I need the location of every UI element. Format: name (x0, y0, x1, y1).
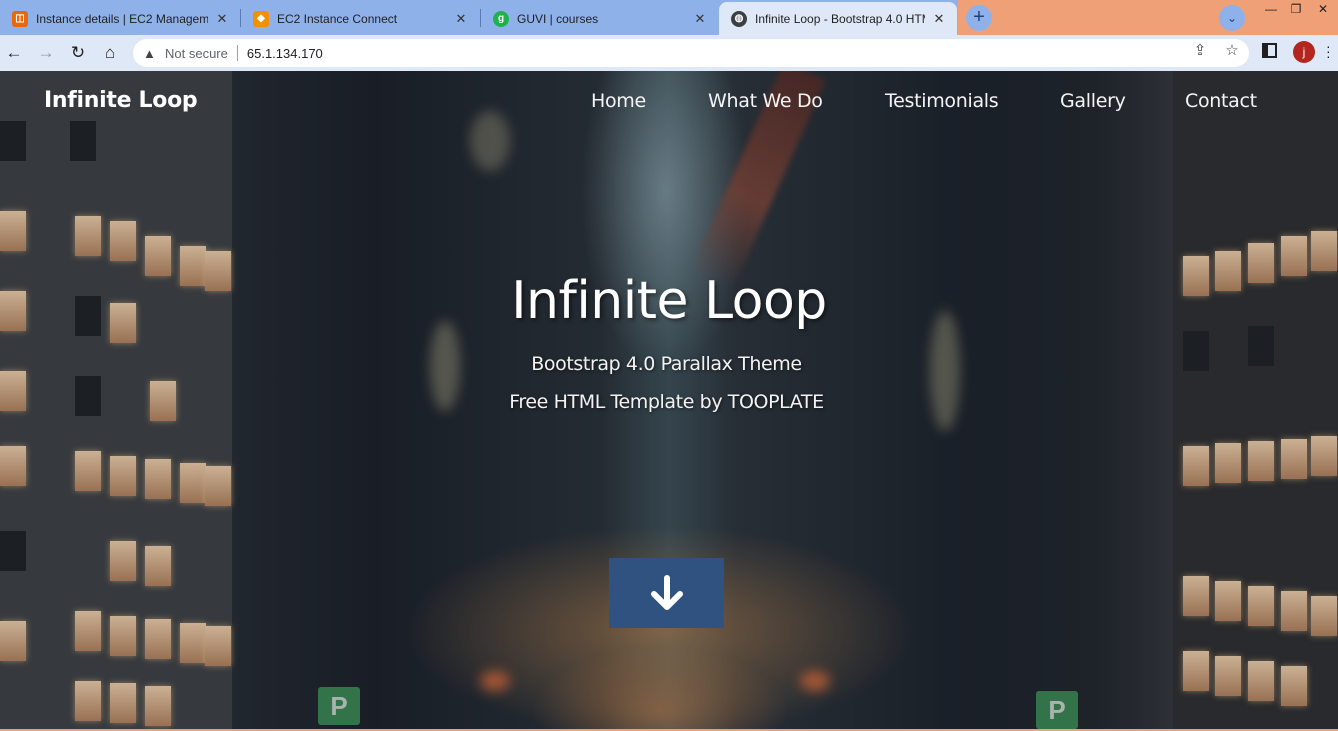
address-divider (236, 45, 238, 61)
close-icon[interactable]: ✕ (931, 11, 947, 27)
bookmark-star-icon[interactable]: ☆ (1222, 41, 1242, 59)
tab-title: EC2 Instance Connect (277, 11, 398, 26)
nav-what-we-do[interactable]: What We Do (708, 90, 823, 112)
tab-title: Instance details | EC2 Management (36, 11, 208, 26)
aws-cube-icon: ◆ (253, 10, 269, 27)
back-button[interactable]: ← (2, 41, 26, 65)
aws-console-icon: ◫ (12, 10, 28, 27)
minimize-button[interactable]: — (1260, 2, 1282, 20)
site-brand[interactable]: Infinite Loop (44, 88, 198, 113)
tab-ec2-instance-details[interactable]: ◫ Instance details | EC2 Management ✕ (0, 2, 240, 35)
new-tab-button[interactable]: + (966, 5, 992, 31)
warning-icon[interactable]: ▲ (143, 46, 159, 61)
hero-subtitle: Bootstrap 4.0 Parallax Theme (531, 353, 802, 375)
tab-infinite-loop[interactable]: ◍ Infinite Loop - Bootstrap 4.0 HTML ✕ (719, 2, 957, 35)
url-text[interactable]: 65.1.134.170 (247, 46, 323, 61)
browser-menu-icon[interactable]: · · · (1326, 39, 1332, 63)
reload-button[interactable]: ↻ (66, 41, 90, 65)
close-icon[interactable]: ✕ (214, 11, 230, 27)
tab-title: Infinite Loop - Bootstrap 4.0 HTML (755, 11, 925, 26)
tab-strip: ◫ Instance details | EC2 Management ✕ ◆ … (0, 0, 1338, 35)
home-button[interactable]: ⌂ (98, 41, 122, 65)
globe-icon: ◍ (731, 10, 747, 27)
scroll-down-button[interactable] (609, 558, 724, 628)
tab-guvi-courses[interactable]: g GUVI | courses ✕ (481, 2, 718, 35)
web-page: P P Infinite Loop Home What We Do Testim… (0, 71, 1338, 729)
restore-button[interactable]: ❐ (1285, 2, 1307, 20)
nav-home[interactable]: Home (591, 90, 646, 112)
nav-gallery[interactable]: Gallery (1060, 90, 1126, 112)
forward-button[interactable]: → (34, 41, 58, 65)
close-icon[interactable]: ✕ (453, 11, 469, 27)
address-bar[interactable]: ▲ Not secure 65.1.134.170 (133, 39, 1249, 67)
close-window-button[interactable]: ✕ (1312, 2, 1334, 20)
security-status[interactable]: Not secure (165, 46, 228, 61)
tab-title: GUVI | courses (517, 11, 599, 26)
tab-search-button[interactable]: ⌄ (1219, 5, 1245, 31)
nav-contact[interactable]: Contact (1185, 90, 1257, 112)
browser-toolbar: ← → ↻ ⌂ ▲ Not secure 65.1.134.170 ⇪ ☆ (0, 35, 1338, 71)
arrow-down-icon (650, 575, 683, 610)
hero-title: Infinite Loop (511, 271, 827, 331)
guvi-icon: g (493, 10, 509, 27)
tab-ec2-instance-connect[interactable]: ◆ EC2 Instance Connect ✕ (241, 2, 479, 35)
close-icon[interactable]: ✕ (692, 11, 708, 27)
nav-testimonials[interactable]: Testimonials (885, 90, 999, 112)
hero-tagline: Free HTML Template by TOOPLATE (509, 391, 824, 413)
profile-avatar[interactable]: j (1293, 41, 1315, 63)
share-icon[interactable]: ⇪ (1190, 41, 1210, 59)
side-panel-icon[interactable] (1262, 43, 1277, 58)
